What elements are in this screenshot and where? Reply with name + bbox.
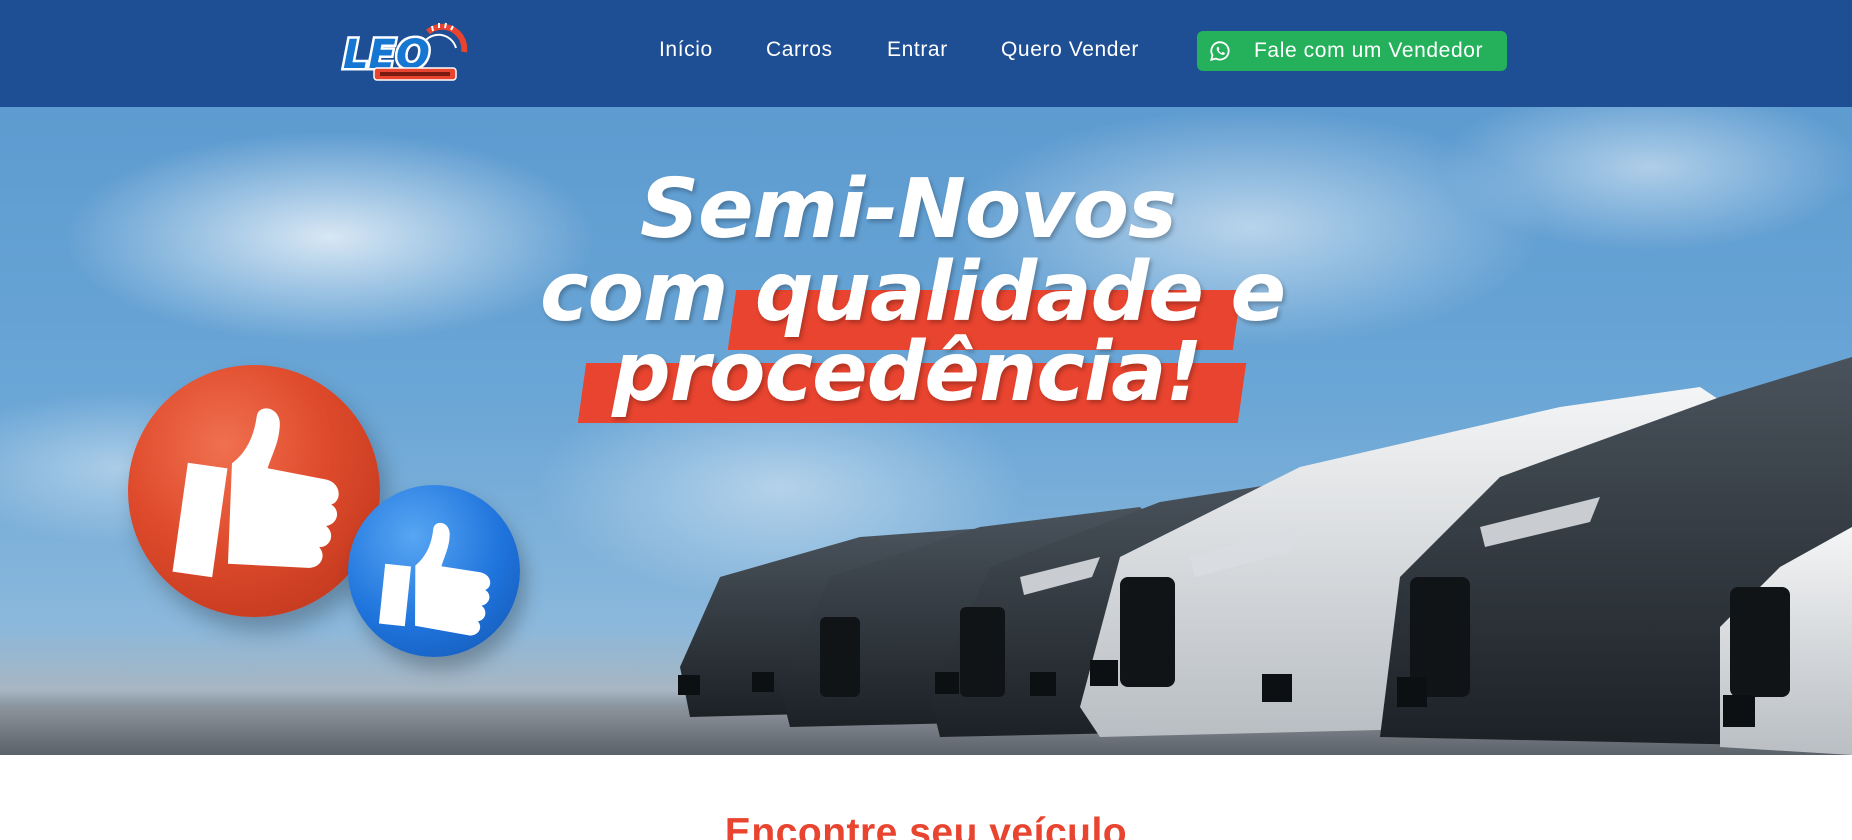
contact-seller-label: Fale com um Vendedor bbox=[1254, 39, 1484, 62]
headline-line-3: procedência! bbox=[612, 325, 1203, 420]
whatsapp-icon bbox=[1208, 39, 1232, 63]
nav-carros-link[interactable]: Carros bbox=[766, 36, 833, 64]
main-nav: Início Carros Entrar Quero Vender bbox=[0, 0, 1852, 102]
hero-banner[interactable]: Semi-Novos com qualidade e procedência! bbox=[0, 107, 1852, 755]
site-header: LEO LEO Início Carros Entrar Quero Vende… bbox=[0, 0, 1852, 107]
thumbs-up-icon bbox=[348, 485, 520, 657]
nav-inicio-link[interactable]: Início bbox=[659, 36, 713, 64]
nav-quero-vender-link[interactable]: Quero Vender bbox=[1001, 36, 1139, 64]
nav-entrar-link[interactable]: Entrar bbox=[887, 36, 948, 64]
contact-seller-button[interactable]: Fale com um Vendedor bbox=[1197, 31, 1507, 71]
find-vehicle-heading: Encontre seu veículo bbox=[724, 811, 1128, 840]
headline-line-1: Semi-Novos bbox=[640, 162, 1177, 257]
thumbs-up-icon bbox=[128, 365, 380, 617]
